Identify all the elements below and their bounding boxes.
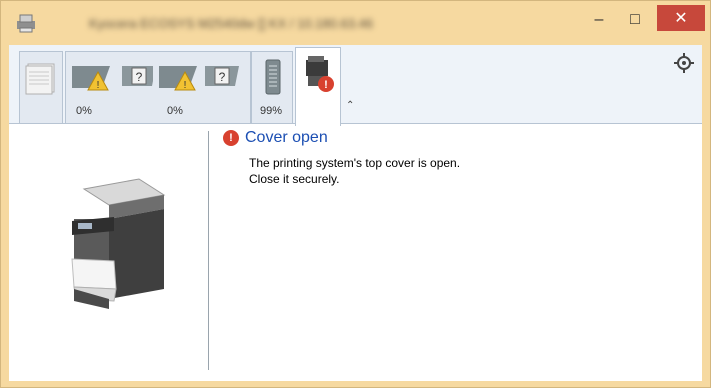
gear-icon[interactable] — [674, 53, 694, 73]
toner-percent-2: 0% — [167, 105, 183, 117]
toner-percent-1: 0% — [76, 105, 92, 117]
unknown-toner-icon: ? — [205, 66, 239, 86]
paper-stack-icon — [25, 63, 55, 95]
printer-image-panel — [9, 124, 209, 381]
title-bar[interactable]: Kyocera ECOSYS M2540dw [] KX / 10.180.63… — [1, 1, 710, 45]
error-icon: ! — [223, 130, 239, 146]
window-title: Kyocera ECOSYS M2540dw [] KX / 10.180.63… — [89, 16, 373, 31]
status-monitor-window: Kyocera ECOSYS M2540dw [] KX / 10.180.63… — [0, 0, 711, 388]
status-toolbar: ! ? 0% ! ? 0% 99% ! ⌃ — [9, 45, 702, 126]
client-area: ! ? 0% ! ? 0% 99% ! ⌃ ! Cover open The p… — [9, 45, 702, 381]
toner-percent-3: 99% — [260, 105, 283, 117]
maximize-button[interactable]: □ — [617, 6, 653, 34]
close-icon: ✕ — [674, 10, 688, 27]
close-button[interactable]: ✕ — [657, 5, 705, 31]
status-message: ! Cover open The printing system's top c… — [223, 129, 683, 187]
tab-toner-cartridge[interactable]: 99% — [251, 51, 293, 123]
toner-cartridge-icon — [265, 59, 281, 95]
status-title: Cover open — [245, 129, 328, 146]
svg-text:?: ? — [219, 70, 226, 84]
collapse-toolbar-button[interactable]: ⌃ — [346, 100, 354, 111]
printer-error-icon: ! — [306, 56, 334, 92]
tab-paper[interactable] — [19, 51, 63, 123]
svg-text:!: ! — [184, 80, 187, 91]
printer-open-cover-image — [71, 178, 166, 309]
tab-toner-2[interactable]: ! ? 0% — [153, 51, 251, 123]
svg-text:!: ! — [324, 79, 328, 91]
svg-text:!: ! — [97, 80, 100, 91]
minimize-icon: – — [594, 11, 604, 28]
tab-toner-1[interactable]: ! ? 0% — [65, 51, 163, 123]
toner-warning-icon: ! — [72, 66, 110, 91]
maximize-icon: □ — [630, 11, 640, 28]
panel-divider — [208, 131, 209, 370]
toner-warning-icon: ! — [159, 66, 197, 91]
minimize-button[interactable]: – — [581, 6, 617, 34]
status-line-2: Close it securely. — [249, 172, 340, 186]
svg-text:?: ? — [136, 70, 143, 84]
status-line-1: The printing system's top cover is open. — [249, 156, 461, 170]
printer-app-icon — [17, 14, 35, 33]
tab-printer-status[interactable]: ! — [295, 47, 341, 126]
